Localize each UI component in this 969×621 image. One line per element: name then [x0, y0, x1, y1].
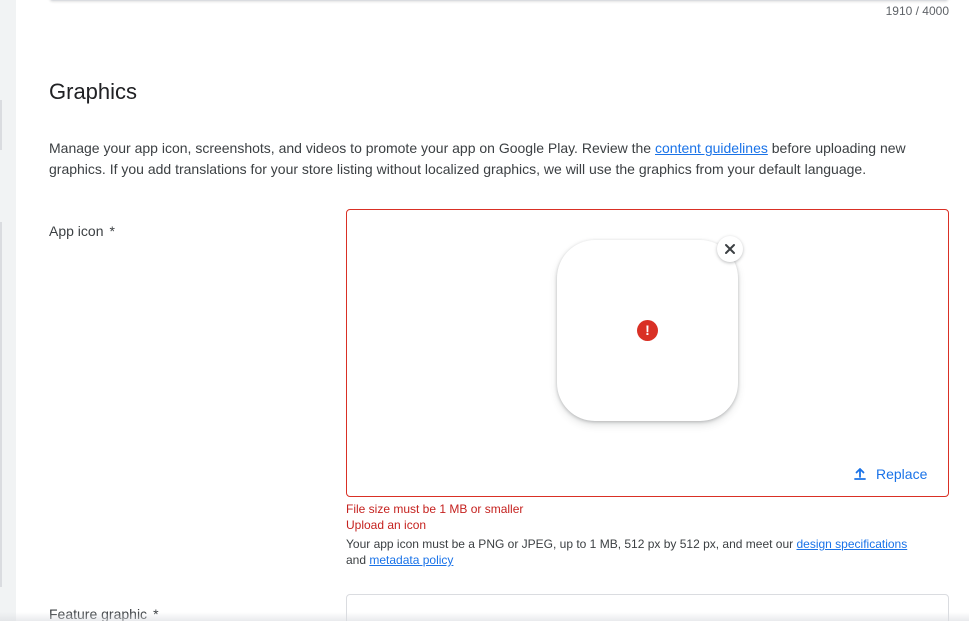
app-icon-label: App icon * [49, 223, 115, 239]
replace-button[interactable]: Replace [852, 462, 927, 486]
char-counter: 1910 / 4000 [885, 4, 949, 18]
rail-divider [0, 222, 2, 587]
app-icon-label-text: App icon [49, 223, 104, 239]
metadata-policy-link[interactable]: metadata policy [369, 553, 453, 567]
full-description-field[interactable] [49, 0, 949, 1]
section-description: Manage your app icon, screenshots, and v… [49, 138, 939, 180]
scroll-shadow [0, 612, 969, 621]
app-icon-help-text: Your app icon must be a PNG or JPEG, up … [346, 536, 946, 568]
error-message: File size must be 1 MB or smaller [346, 502, 524, 516]
close-icon [725, 244, 735, 254]
help-text: Your app icon must be a PNG or JPEG, up … [346, 537, 797, 551]
upload-icon [854, 468, 866, 480]
rail-divider [0, 100, 2, 150]
replace-label: Replace [876, 466, 928, 482]
required-marker: * [109, 223, 115, 239]
error-message: Upload an icon [346, 518, 427, 532]
section-title: Graphics [49, 79, 138, 104]
left-nav-rail [0, 0, 16, 621]
description-text: Manage your app icon, screenshots, and v… [49, 140, 655, 156]
content-guidelines-link[interactable]: content guidelines [655, 140, 768, 156]
store-listing-page: 1910 / 4000 Graphics Manage your app ico… [0, 0, 969, 621]
help-text: and [346, 553, 370, 567]
error-icon: ! [637, 320, 658, 341]
remove-icon-button[interactable] [717, 236, 743, 262]
design-specifications-link[interactable]: design specifications [796, 537, 907, 551]
